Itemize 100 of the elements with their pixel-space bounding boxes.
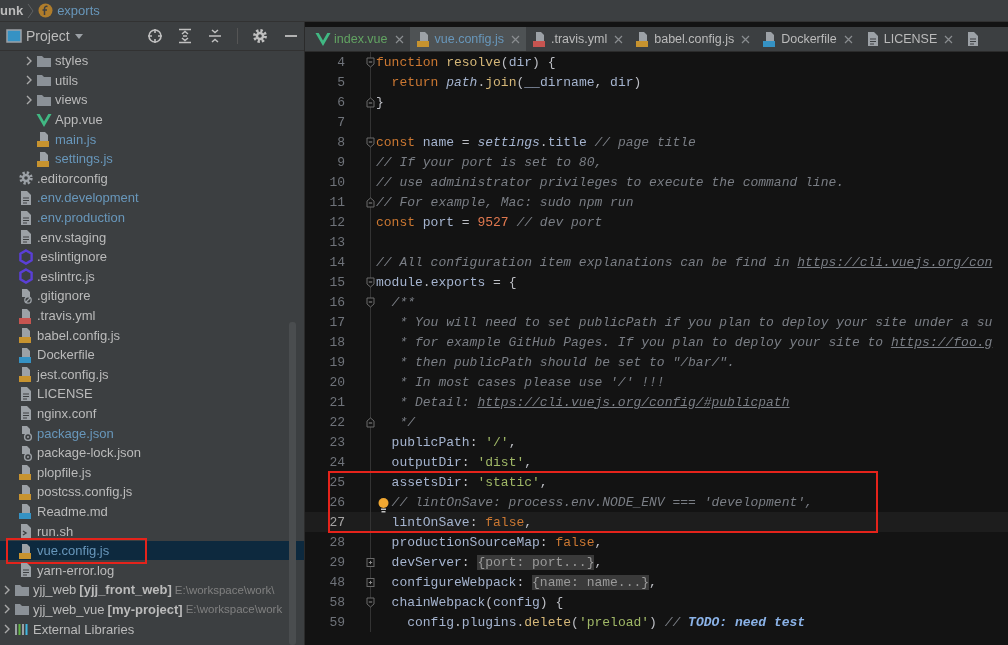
file-icon — [18, 229, 34, 246]
line-number: 12 — [328, 214, 345, 230]
editor-tab[interactable]: LICENSE — [858, 27, 960, 51]
code-line: const port = 9527 // dev port — [376, 214, 604, 230]
tree-item[interactable]: .eslintrc.js — [0, 266, 304, 287]
tree-item[interactable]: LICENSE — [0, 384, 304, 404]
code-line: config.plugins.delete('preload') // TODO: need test — [406, 614, 807, 630]
code-line: /** — [390, 294, 416, 310]
line-number: 13 — [328, 234, 345, 250]
link[interactable]: https://cli.vuejs.org/con — [797, 254, 993, 270]
tree-item[interactable]: postcss.config.js — [0, 482, 304, 502]
close-icon[interactable] — [511, 34, 520, 44]
line-number: 24 — [328, 454, 345, 470]
close-icon[interactable] — [614, 34, 624, 44]
file-icon — [18, 483, 34, 500]
tree-item[interactable]: .env.production — [0, 207, 304, 228]
tree-item[interactable]: run.sh — [0, 521, 304, 541]
line-number: 25 — [328, 474, 345, 490]
tree-item[interactable]: views — [0, 90, 304, 110]
line-number: 10 — [328, 174, 345, 190]
panel-title[interactable]: Project — [26, 28, 70, 44]
breadcrumb-item[interactable]: unk — [0, 3, 24, 18]
link[interactable]: https://cli.vuejs.org/config/#publicpath — [477, 394, 790, 410]
close-icon[interactable] — [843, 34, 853, 44]
editor-tab[interactable]: index.vue — [309, 27, 410, 51]
line-number: 16 — [328, 294, 345, 310]
chevron-icon[interactable] — [3, 584, 11, 595]
tree-item[interactable]: vue.config.js — [0, 540, 304, 561]
code-line: * You will need to set publicPath if you plan to deploy your site under a su — [398, 314, 994, 330]
scrollbar[interactable] — [289, 322, 296, 645]
file-icon — [18, 209, 34, 226]
fold-marker-icon[interactable] — [366, 416, 375, 428]
tree-item[interactable]: .env.development — [0, 188, 304, 208]
editor-tab[interactable]: babel.config.js — [629, 27, 757, 51]
chevron-icon[interactable] — [3, 624, 11, 634]
tree-item[interactable]: yarn-error.log — [0, 560, 304, 581]
line-number: 20 — [328, 374, 345, 390]
tree-item[interactable]: yjj_web_vue [my-project] E:\workspace\work — [0, 599, 304, 620]
code-line: // For example, Mac: sudo npm run — [376, 194, 635, 210]
expand-all-icon[interactable] — [177, 28, 193, 44]
tree-item[interactable]: package.json — [0, 423, 304, 443]
file-icon — [18, 405, 34, 422]
tree-item[interactable]: .eslintignore — [0, 246, 304, 267]
line-number: 28 — [328, 534, 345, 550]
tree-item[interactable]: styles — [0, 51, 304, 71]
chevron-icon[interactable] — [3, 604, 11, 615]
tree-item[interactable]: .gitignore — [0, 286, 304, 306]
line-number: 9 — [336, 154, 345, 170]
close-icon[interactable] — [944, 34, 954, 44]
fold-marker-icon[interactable] — [366, 96, 375, 108]
caret-icon[interactable] — [73, 32, 84, 40]
line-number: 8 — [336, 134, 345, 150]
bars-icon — [14, 621, 30, 637]
close-icon[interactable] — [741, 34, 751, 44]
tree-item[interactable]: .env.staging — [0, 227, 304, 247]
close-icon[interactable] — [394, 34, 404, 44]
settings-icon[interactable] — [252, 28, 268, 44]
fold-marker-icon[interactable] — [366, 56, 375, 68]
code-line: * then publicPath should be set to "/bar/". — [398, 354, 736, 370]
tree-item[interactable]: nginx.conf — [0, 403, 304, 424]
line-number: 5 — [336, 74, 345, 90]
chevron-icon[interactable] — [25, 55, 33, 66]
fold-marker-icon[interactable] — [366, 196, 375, 208]
tree-item[interactable]: main.js — [0, 129, 304, 149]
file-icon — [18, 189, 34, 206]
lightbulb-icon[interactable] — [378, 496, 389, 513]
line-number: 6 — [336, 94, 345, 110]
file-icon — [18, 327, 34, 344]
fold-marker-icon[interactable] — [366, 556, 375, 568]
chevron-icon[interactable] — [25, 75, 33, 86]
editor-tab[interactable]: Dockerfile — [756, 27, 859, 51]
collapse-all-icon[interactable] — [207, 28, 223, 44]
fold-marker-icon[interactable] — [366, 596, 375, 608]
tree-item[interactable]: Dockerfile — [0, 344, 304, 365]
tree-item[interactable]: utils — [0, 70, 304, 91]
tree-item[interactable]: .editorconfig — [0, 168, 304, 189]
chevron-icon[interactable] — [25, 95, 33, 105]
link[interactable]: https://foo.g — [890, 334, 993, 350]
file-icon — [532, 31, 548, 47]
tree-item[interactable]: plopfile.js — [0, 462, 304, 483]
tree-item[interactable]: jest.config.js — [0, 364, 304, 385]
file-icon — [415, 31, 432, 47]
tree-item[interactable]: App.vue — [0, 109, 304, 130]
tree-item[interactable]: settings.js — [0, 148, 304, 169]
tree-item[interactable]: babel.config.js — [0, 325, 304, 345]
file-icon — [18, 562, 34, 579]
fold-marker-icon[interactable] — [366, 296, 375, 308]
fold-marker-icon[interactable] — [366, 576, 375, 588]
tree-item[interactable]: package-lock.json — [0, 442, 304, 463]
file-icon — [18, 464, 34, 481]
tree-item[interactable]: .travis.yml — [0, 305, 304, 326]
tree-item[interactable]: Readme.md — [0, 501, 304, 522]
editor-tab[interactable]: .travis.yml — [526, 27, 630, 51]
code-line: return path.join(__dirname, dir) — [390, 74, 643, 90]
tree-item[interactable]: yjj_web [yjj_front_web] E:\workspace\work\ — [0, 580, 304, 600]
breadcrumb-item[interactable]: exports — [57, 3, 100, 18]
fold-marker-icon[interactable] — [366, 276, 375, 288]
locate-icon[interactable] — [147, 28, 163, 44]
fold-marker-icon[interactable] — [366, 136, 375, 148]
tree-item[interactable]: External Libraries — [0, 619, 304, 639]
